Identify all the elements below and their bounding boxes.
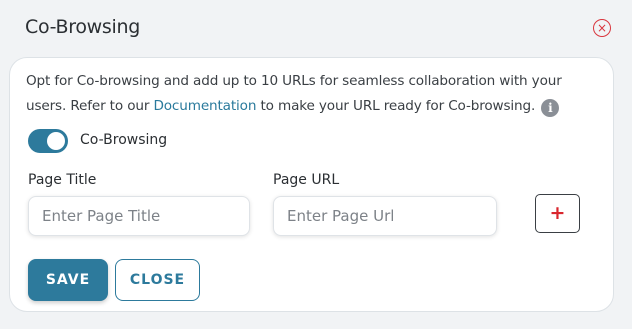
toggle-knob bbox=[47, 132, 65, 150]
cobrowsing-description: Opt for Co-browsing and add up to 10 URL… bbox=[26, 69, 586, 119]
plus-icon: + bbox=[549, 202, 566, 224]
page-title-input[interactable] bbox=[28, 196, 250, 236]
dialog-title: Co-Browsing bbox=[25, 16, 140, 38]
close-button[interactable]: CLOSE bbox=[115, 259, 200, 301]
add-url-button[interactable]: + bbox=[535, 194, 580, 233]
close-icon[interactable]: × bbox=[593, 19, 611, 37]
documentation-link[interactable]: Documentation bbox=[153, 98, 256, 114]
cobrowsing-toggle-label: Co-Browsing bbox=[80, 132, 168, 148]
description-text-end: to make your URL ready for Co-browsing. bbox=[256, 98, 536, 114]
page-url-input[interactable] bbox=[273, 196, 497, 236]
page-url-label: Page URL bbox=[273, 172, 340, 188]
save-button[interactable]: SAVE bbox=[28, 259, 108, 301]
page-title-label: Page Title bbox=[28, 172, 97, 188]
info-icon[interactable]: i bbox=[541, 99, 560, 117]
cobrowsing-toggle[interactable] bbox=[28, 129, 68, 153]
